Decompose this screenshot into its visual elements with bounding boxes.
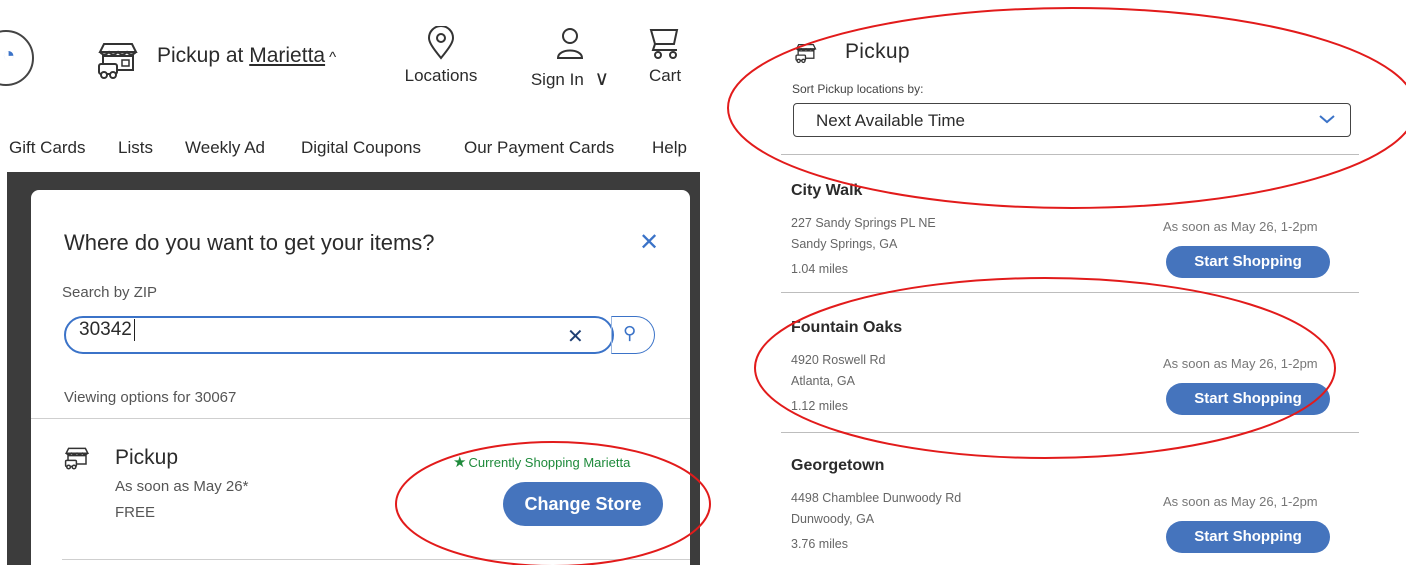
nav-payment-cards[interactable]: Our Payment Cards — [464, 138, 614, 158]
pickup-location-toggle[interactable]: Pickup at Marietta ^ — [157, 44, 336, 68]
option-availability: As soon as May 26* — [115, 478, 249, 495]
cart-icon — [649, 29, 679, 59]
sort-select-value: Next Available Time — [816, 111, 965, 130]
nav-help[interactable]: Help — [652, 138, 687, 158]
store-address-line1: 4920 Roswell Rd — [791, 353, 886, 367]
nav-lists[interactable]: Lists — [118, 138, 153, 158]
store-address-line1: 227 Sandy Springs PL NE — [791, 216, 936, 230]
close-icon[interactable]: ✕ — [639, 228, 659, 257]
sort-select[interactable]: Next Available Time — [793, 103, 1351, 137]
store-pickup-time: As soon as May 26, 1-2pm — [1163, 494, 1318, 509]
store-distance: 1.12 miles — [791, 399, 848, 413]
nav-weekly-ad[interactable]: Weekly Ad — [185, 138, 265, 158]
divider — [781, 432, 1359, 433]
store-icon — [64, 447, 90, 470]
main-nav: Gift Cards Lists Weekly Ad Digital Coupo… — [0, 138, 700, 158]
start-shopping-button[interactable]: Start Shopping — [1166, 383, 1330, 415]
start-shopping-button[interactable]: Start Shopping — [1166, 246, 1330, 278]
store-selector-modal: Where do you want to get your items? ✕ S… — [31, 190, 690, 565]
sort-label: Sort Pickup locations by: — [792, 82, 924, 96]
chevron-down-icon: ∨ — [594, 68, 610, 90]
divider — [781, 292, 1359, 293]
clear-icon[interactable]: ✕ — [567, 324, 584, 349]
divider — [781, 154, 1359, 155]
left-screenshot-panel: ◔ Pickup at Marietta ^ Locations Sign In … — [0, 0, 700, 565]
store-name: Georgetown — [791, 457, 885, 474]
current-store-badge: ★ Currently Shopping Marietta — [453, 453, 630, 471]
current-store-text: Currently Shopping Marietta — [468, 455, 631, 470]
nav-digital-coupons[interactable]: Digital Coupons — [301, 138, 421, 158]
store-pickup-time: As soon as May 26, 1-2pm — [1163, 219, 1318, 234]
store-pickup-time: As soon as May 26, 1-2pm — [1163, 356, 1318, 371]
option-title: Pickup — [115, 446, 179, 469]
zip-search-button[interactable]: ⚲ — [611, 316, 655, 354]
sign-in-button[interactable]: Sign In ∨ — [518, 26, 622, 91]
locations-button[interactable]: Locations — [398, 26, 484, 86]
pickup-location-link[interactable]: Marietta — [249, 44, 325, 67]
viewing-options-text: Viewing options for 30067 — [64, 389, 237, 406]
store-name: City Walk — [791, 182, 863, 199]
zip-input[interactable] — [64, 316, 614, 354]
store-icon — [98, 43, 138, 79]
chevron-up-icon: ^ — [329, 49, 337, 66]
search-icon: ◔ — [2, 42, 16, 67]
store-distance: 1.04 miles — [791, 262, 848, 276]
store-icon — [795, 43, 817, 64]
chevron-down-icon — [1319, 115, 1335, 124]
divider — [31, 418, 690, 419]
store-distance: 3.76 miles — [791, 537, 848, 551]
location-pin-icon — [427, 26, 455, 60]
zip-label: Search by ZIP — [62, 284, 158, 301]
locations-label: Locations — [404, 66, 478, 85]
pickup-title: Pickup — [845, 40, 910, 63]
change-store-button[interactable]: Change Store — [503, 482, 663, 526]
store-address-line2: Atlanta, GA — [791, 374, 855, 388]
modal-title: Where do you want to get your items? — [64, 230, 435, 255]
divider — [62, 559, 690, 560]
store-address-line1: 4498 Chamblee Dunwoody Rd — [791, 491, 962, 505]
search-icon: ⚲ — [623, 323, 637, 343]
zip-input-value[interactable]: 30342 — [79, 319, 135, 341]
header-search-button[interactable]: ◔ — [0, 30, 34, 86]
cart-label: Cart — [648, 66, 682, 85]
store-address-line2: Sandy Springs, GA — [791, 237, 898, 251]
star-icon: ★ — [453, 454, 467, 471]
pickup-prefix: Pickup at — [157, 44, 250, 67]
option-price: FREE — [115, 504, 156, 521]
store-name: Fountain Oaks — [791, 319, 903, 336]
sign-in-label: Sign In — [530, 70, 584, 89]
start-shopping-button[interactable]: Start Shopping — [1166, 521, 1330, 553]
cart-button[interactable]: Cart — [642, 26, 688, 86]
nav-gift-cards[interactable]: Gift Cards — [9, 138, 86, 158]
user-icon — [556, 28, 584, 59]
right-screenshot-panel: Pickup Sort Pickup locations by: Next Av… — [755, 0, 1406, 565]
store-address-line2: Dunwoody, GA — [791, 512, 875, 526]
